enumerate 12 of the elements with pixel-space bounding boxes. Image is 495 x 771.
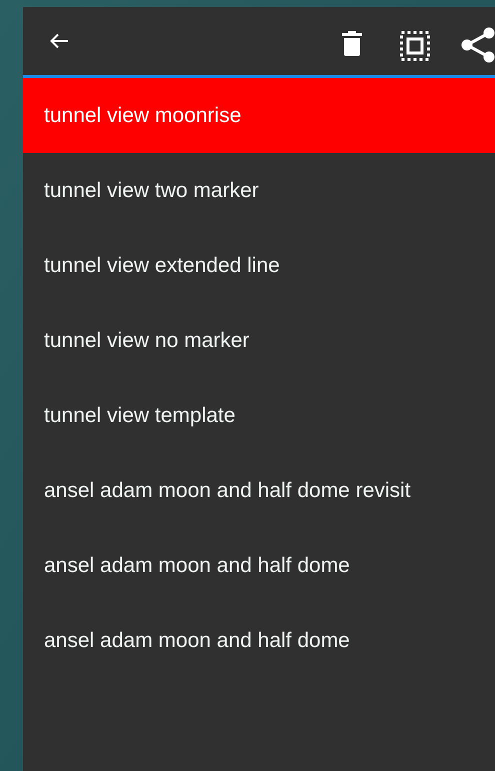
list-item[interactable]: ansel adam moon and half dome revisit <box>23 453 495 528</box>
list-item[interactable]: tunnel view two marker <box>23 153 495 228</box>
list-item[interactable]: ansel adam moon and half dome <box>23 528 495 603</box>
list-item[interactable]: tunnel view template <box>23 378 495 453</box>
share-icon[interactable] <box>461 27 495 63</box>
back-icon[interactable] <box>49 33 69 49</box>
list-item[interactable]: ansel adam moon and half dome <box>23 603 495 678</box>
list-item[interactable]: tunnel view moonrise <box>23 78 495 153</box>
trash-icon[interactable] <box>342 31 362 56</box>
list-item[interactable]: tunnel view no marker <box>23 303 495 378</box>
list-item[interactable]: tunnel view extended line <box>23 228 495 303</box>
select-all-icon[interactable] <box>400 31 430 61</box>
